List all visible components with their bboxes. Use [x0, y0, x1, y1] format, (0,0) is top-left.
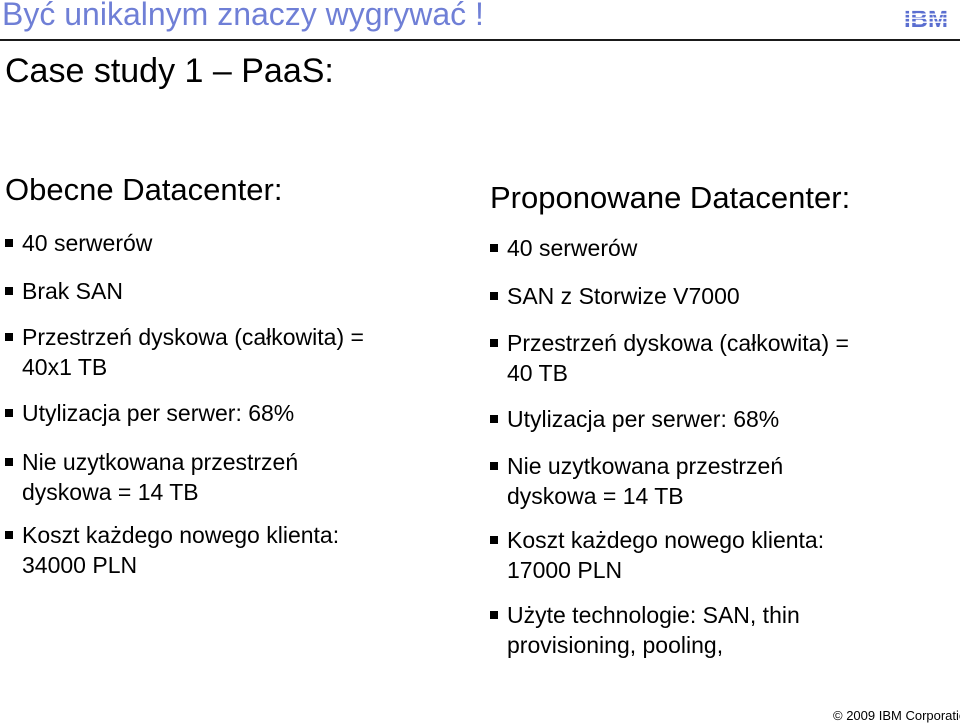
bullet-text: 40 serwerów [22, 228, 152, 258]
bullet-square-icon [5, 287, 13, 295]
bullet-text-line: 40x1 TB [22, 354, 108, 380]
bullet-square-icon [5, 239, 13, 247]
ibm-logo-icon: IBM [896, 6, 956, 30]
bullet-text-line: Nie uzytkowana przestrzeń [507, 453, 784, 479]
bullet-text: Brak SAN [22, 276, 123, 306]
bullet-text: Przestrzeń dyskowa (całkowita) = 40x1 TB [22, 322, 364, 382]
bullet-text: SAN z Storwize V7000 [507, 281, 740, 311]
bullet-square-icon [5, 409, 13, 417]
bullet-text-line: dyskowa = 14 TB [22, 479, 199, 505]
bullet-square-icon [490, 462, 498, 470]
bullet-square-icon [490, 536, 498, 544]
bullet-text-line: Nie uzytkowana przestrzeń [22, 449, 299, 475]
bullet-square-icon [5, 333, 13, 341]
bullet-text-line: 17000 PLN [507, 557, 623, 583]
bullet-text-line: SAN z Storwize V7000 [507, 283, 740, 309]
bullet-text: Nie uzytkowana przestrzeń dyskowa = 14 TB [22, 447, 298, 507]
bullet-text-line: Utylizacja per serwer: 68% [22, 400, 295, 426]
bullet-text-line: 40 serwerów [507, 235, 638, 261]
bullet-text-line: 34000 PLN [22, 552, 138, 578]
bullet-text-line: 40 serwerów [22, 230, 153, 256]
bullet-text: 40 serwerów [507, 233, 637, 263]
copyright-footer: © 2009 IBM Corporation [833, 708, 960, 723]
bullet-square-icon [490, 244, 498, 252]
bullet-text: Koszt każdego nowego klienta: 17000 PLN [507, 525, 824, 585]
bullet-text-line: dyskowa = 14 TB [507, 483, 684, 509]
bullet-text: Nie uzytkowana przestrzeń dyskowa = 14 TB [507, 451, 783, 511]
bullet-text-line: Koszt każdego nowego klienta: [22, 522, 340, 548]
bullet-text-line: Utylizacja per serwer: 68% [507, 406, 780, 432]
bullet-text: Użyte technologie: SAN, thin provisioning… [507, 600, 800, 660]
bullet-text-line: Przestrzeń dyskowa (całkowita) = [22, 324, 364, 350]
bullet-square-icon [490, 415, 498, 423]
current-datacenter-heading: Obecne Datacenter: [5, 172, 283, 207]
bullet-text: Przestrzeń dyskowa (całkowita) = 40 TB [507, 328, 849, 388]
bullet-square-icon [490, 339, 498, 347]
bullet-text-line: Przestrzeń dyskowa (całkowita) = [507, 330, 849, 356]
slide-title: Case study 1 – PaaS: [5, 52, 334, 90]
bullet-text: Utylizacja per serwer: 68% [507, 404, 779, 434]
bullet-text-line: Brak SAN [22, 278, 123, 304]
bullet-text-line: provisioning, pooling, [507, 632, 724, 658]
bullet-square-icon [5, 458, 13, 466]
bullet-text-line: 40 TB [507, 360, 568, 386]
bullet-text: Koszt każdego nowego klienta: 34000 PLN [22, 520, 339, 580]
proposed-datacenter-heading: Proponowane Datacenter: [490, 180, 851, 215]
slide-header-slogan: Być unikalnym znaczy wygrywać ! [2, 0, 484, 32]
bullet-square-icon [490, 292, 498, 300]
bullet-text-line: Użyte technologie: SAN, thin [507, 602, 800, 628]
header-divider [0, 39, 960, 41]
bullet-square-icon [490, 611, 498, 619]
bullet-text-line: Koszt każdego nowego klienta: [507, 527, 825, 553]
bullet-square-icon [5, 531, 13, 539]
bullet-text: Utylizacja per serwer: 68% [22, 398, 294, 428]
